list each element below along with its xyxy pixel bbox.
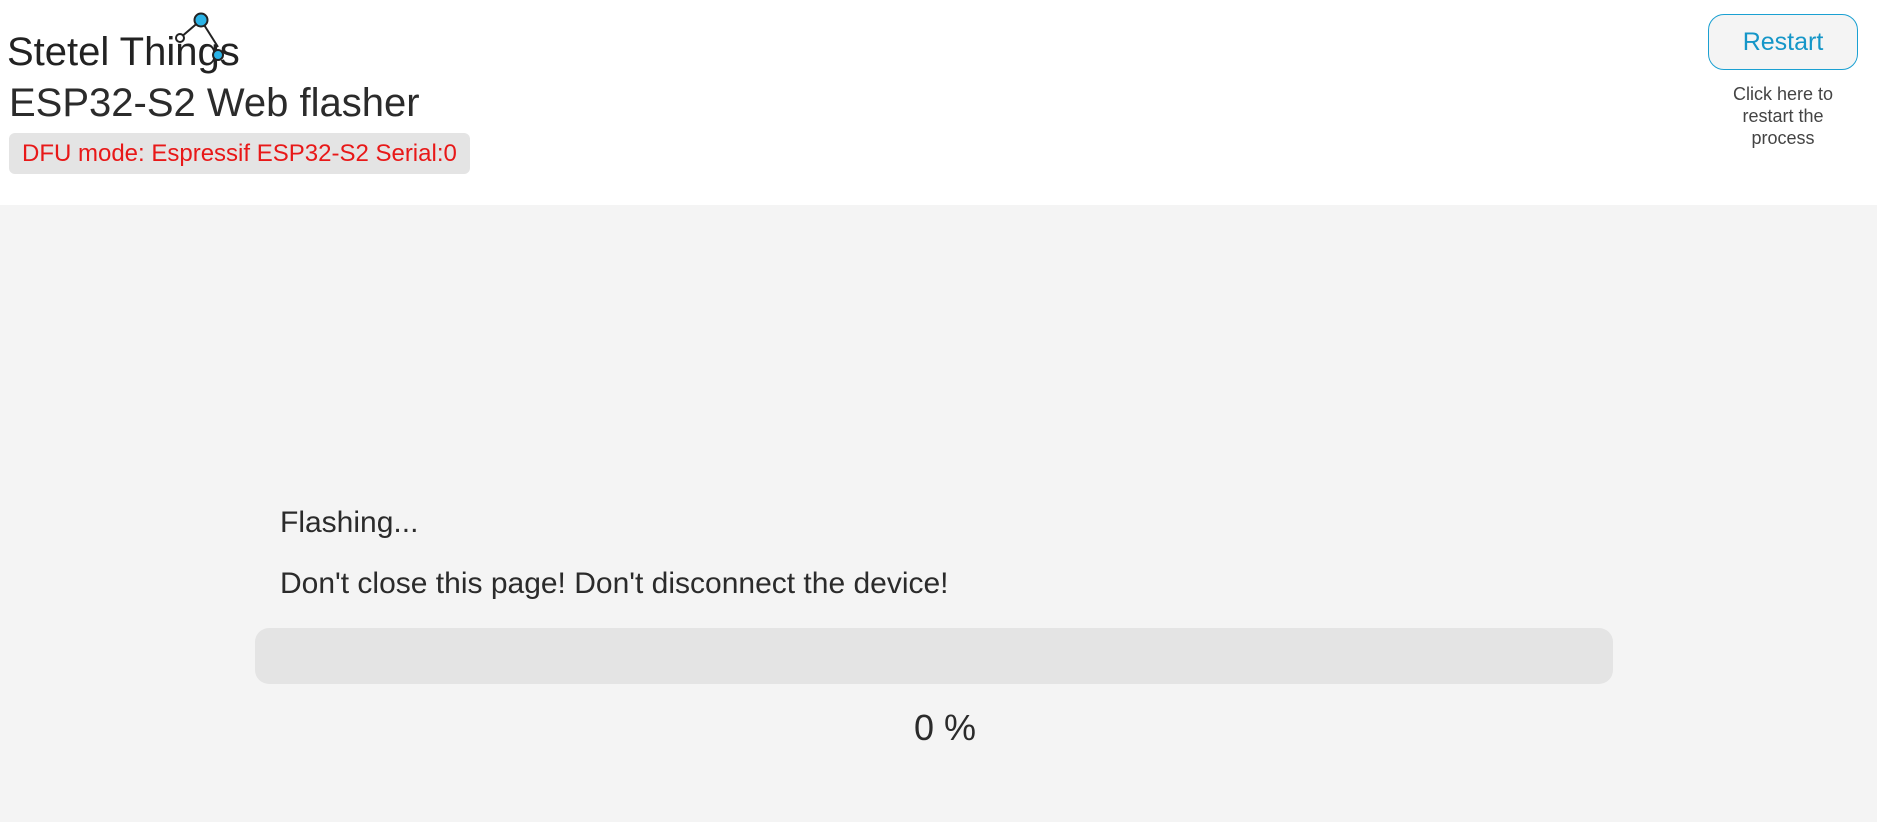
restart-hint: Click here to restart the process xyxy=(1732,84,1834,148)
dfu-status-badge: DFU mode: Espressif ESP32-S2 Serial:0 xyxy=(9,133,470,174)
warning-message: Don't close this page! Don't disconnect … xyxy=(280,567,949,600)
network-nodes-icon xyxy=(175,12,224,61)
page-title: ESP32-S2 Web flasher xyxy=(9,81,420,125)
progress-bar xyxy=(255,628,1613,684)
status-title: Flashing... xyxy=(280,506,419,539)
main-content: Flashing... Don't close this page! Don't… xyxy=(0,205,1877,822)
header: Stetel Things ESP32-S2 Web flasher DFU m… xyxy=(0,0,1877,205)
brand: Stetel Things xyxy=(7,10,267,74)
progress-percent: 0 % xyxy=(913,707,977,748)
restart-button[interactable]: Restart xyxy=(1708,14,1858,70)
